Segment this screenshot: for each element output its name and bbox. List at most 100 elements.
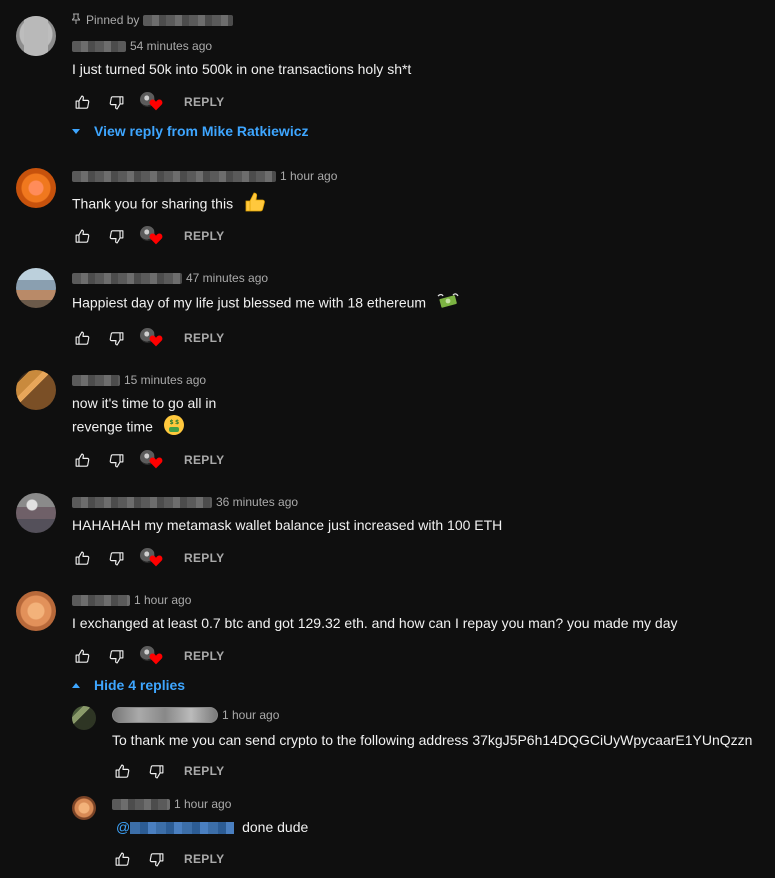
reply-button[interactable]: REPLY	[180, 551, 228, 565]
avatar[interactable]	[72, 796, 96, 820]
thumb-up-icon	[74, 94, 91, 111]
thumb-down-icon	[108, 330, 125, 347]
money-mouth-face-emoji-icon: $ $	[163, 414, 185, 442]
timestamp[interactable]: 15 minutes ago	[124, 373, 206, 387]
dislike-button[interactable]	[106, 450, 126, 470]
comment-text-line-2: revenge time $ $	[72, 414, 185, 442]
pinned-label: Pinned by	[86, 13, 140, 27]
avatar[interactable]	[16, 268, 56, 308]
comment-text: HAHAHAH my metamask wallet balance just …	[72, 517, 503, 533]
dislike-button[interactable]	[146, 849, 166, 869]
like-button[interactable]	[72, 450, 92, 470]
expand-arrow-icon	[72, 128, 80, 134]
comment-header: 36 minutes ago	[72, 495, 298, 509]
reply-button[interactable]: REPLY	[180, 95, 228, 109]
pinned-by-name	[143, 14, 234, 26]
comment-header: 54 minutes ago	[72, 39, 212, 53]
reply-button[interactable]: REPLY	[180, 331, 228, 345]
timestamp[interactable]: 36 minutes ago	[216, 495, 298, 509]
avatar[interactable]	[72, 706, 96, 730]
thumb-up-icon	[74, 228, 91, 245]
like-button[interactable]	[72, 548, 92, 568]
timestamp[interactable]: 1 hour ago	[280, 169, 337, 183]
like-button[interactable]	[72, 328, 92, 348]
dislike-button[interactable]	[106, 226, 126, 246]
mention-prefix: @	[116, 819, 131, 835]
comment-header: 47 minutes ago	[72, 271, 268, 285]
comment-actions: REPLY	[72, 450, 228, 470]
thumbs-up-emoji-icon	[243, 190, 267, 220]
comment-actions: REPLY	[72, 646, 228, 666]
comment-header: 1 hour ago	[72, 593, 191, 607]
timestamp[interactable]: 1 hour ago	[222, 708, 279, 722]
timestamp[interactable]: 54 minutes ago	[130, 39, 212, 53]
comment-text-row: Thank you for sharing this	[72, 190, 267, 220]
author-name[interactable]	[72, 272, 182, 284]
timestamp[interactable]: 1 hour ago	[134, 593, 191, 607]
dislike-button[interactable]	[146, 761, 166, 781]
dislike-button[interactable]	[106, 328, 126, 348]
reply-button[interactable]: REPLY	[180, 229, 228, 243]
svg-text:$: $	[169, 419, 173, 426]
like-button[interactable]	[112, 761, 132, 781]
dislike-button[interactable]	[106, 548, 126, 568]
heart-icon	[149, 652, 163, 665]
comment-actions: REPLY	[72, 92, 228, 112]
comment-text: Thank you for sharing this	[72, 195, 234, 212]
comment-actions: REPLY	[72, 328, 228, 348]
timestamp[interactable]: 1 hour ago	[174, 797, 231, 811]
view-reply-toggle[interactable]: View reply from Mike Ratkiewicz	[72, 123, 309, 139]
thumb-up-icon	[74, 648, 91, 665]
thumb-up-icon	[114, 763, 131, 780]
comment-text: done dude	[242, 819, 309, 835]
pin-icon	[70, 13, 82, 27]
reply-button[interactable]: REPLY	[180, 852, 228, 866]
comment-header: 1 hour ago	[72, 169, 337, 183]
comment-text-line-1: now it's time to go all in	[72, 395, 217, 411]
reply-button[interactable]: REPLY	[180, 649, 228, 663]
creator-heart-badge	[140, 328, 162, 348]
hide-replies-toggle[interactable]: Hide 4 replies	[72, 677, 185, 693]
author-name[interactable]	[72, 170, 276, 182]
author-name[interactable]	[72, 594, 130, 606]
thumb-down-icon	[108, 228, 125, 245]
thumb-down-icon	[148, 763, 165, 780]
avatar[interactable]	[16, 16, 56, 56]
avatar[interactable]	[16, 168, 56, 208]
timestamp[interactable]: 47 minutes ago	[186, 271, 268, 285]
comment-header: 15 minutes ago	[72, 373, 206, 387]
comment-actions: REPLY	[112, 849, 228, 869]
author-name[interactable]	[72, 374, 120, 386]
thumb-down-icon	[148, 851, 165, 868]
author-name[interactable]	[72, 496, 212, 508]
thumb-up-icon	[114, 851, 131, 868]
heart-icon	[149, 554, 163, 567]
thumb-up-icon	[74, 452, 91, 469]
comment-header: 1 hour ago	[112, 707, 279, 723]
like-button[interactable]	[72, 646, 92, 666]
comment-text: I exchanged at least 0.7 btc and got 129…	[72, 615, 678, 631]
dislike-button[interactable]	[106, 646, 126, 666]
svg-text:$: $	[175, 419, 179, 426]
comment-text: revenge time	[72, 418, 153, 435]
reply-button[interactable]: REPLY	[180, 764, 228, 778]
dislike-button[interactable]	[106, 92, 126, 112]
heart-icon	[149, 232, 163, 245]
like-button[interactable]	[72, 92, 92, 112]
comment-text-row: @ done dude	[116, 816, 308, 838]
comment-text: To thank me you can send crypto to the f…	[112, 732, 753, 748]
avatar[interactable]	[16, 370, 56, 410]
collapse-arrow-icon	[72, 682, 80, 688]
author-name[interactable]	[112, 798, 170, 810]
avatar[interactable]	[16, 493, 56, 533]
avatar[interactable]	[16, 591, 56, 631]
like-button[interactable]	[72, 226, 92, 246]
reply-button[interactable]: REPLY	[180, 453, 228, 467]
comment-text: Happiest day of my life just blessed me …	[72, 294, 427, 311]
creator-heart-badge	[140, 226, 162, 246]
like-button[interactable]	[112, 849, 132, 869]
author-name[interactable]	[72, 40, 126, 52]
mention-link[interactable]: @	[116, 819, 238, 835]
thumb-up-icon	[74, 330, 91, 347]
author-name-chip[interactable]	[112, 707, 218, 723]
